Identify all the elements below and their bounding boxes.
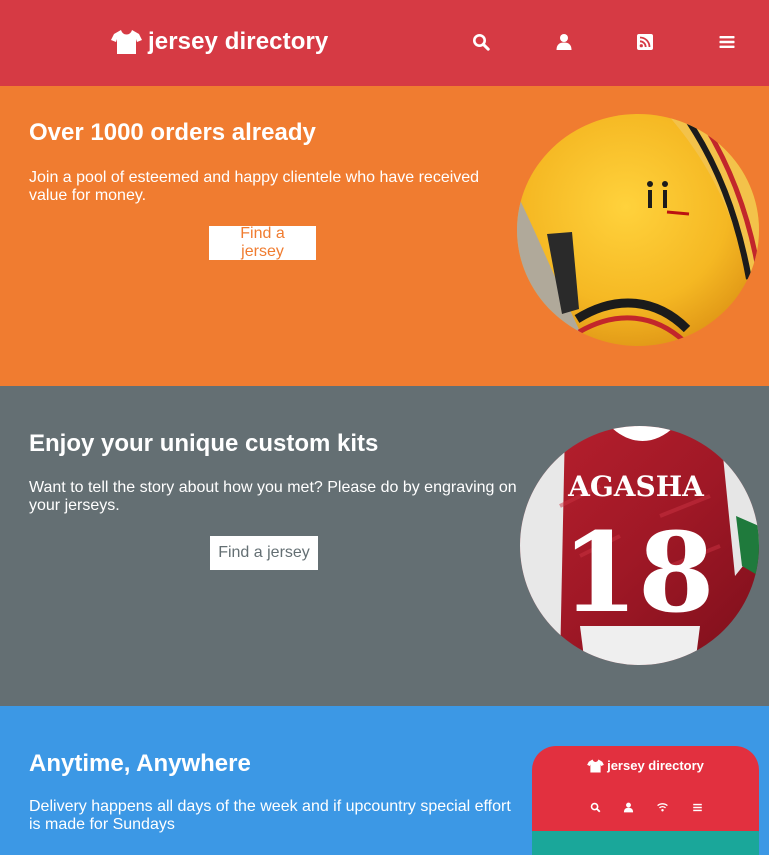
yellow-jersey-photo bbox=[517, 114, 759, 346]
section-title: Over 1000 orders already bbox=[29, 119, 316, 146]
jersey-number: 18 bbox=[561, 508, 714, 637]
section-title: Anytime, Anywhere bbox=[29, 750, 251, 777]
section-text: Join a pool of esteemed and happy client… bbox=[29, 169, 480, 204]
section-title: Enjoy your unique custom kits bbox=[29, 430, 379, 457]
jersey-name: AGASHA bbox=[567, 470, 705, 503]
section-text: Want to tell the story about how you met… bbox=[29, 479, 517, 514]
tshirt-icon bbox=[587, 759, 604, 772]
user-icon[interactable] bbox=[553, 31, 575, 53]
hamburger-menu-icon bbox=[693, 803, 702, 812]
delivery-section: Anytime, Anywhere Delivery happens all d… bbox=[0, 706, 769, 855]
phone-hero-image bbox=[532, 831, 759, 855]
tshirt-icon bbox=[111, 30, 142, 54]
search-icon bbox=[590, 802, 601, 813]
hamburger-menu-icon[interactable] bbox=[716, 31, 738, 53]
user-icon bbox=[623, 802, 634, 813]
custom-kits-section: Enjoy your unique custom kits Want to te… bbox=[0, 386, 769, 706]
brand-logo[interactable]: jersey directory bbox=[111, 26, 328, 58]
wifi-icon bbox=[657, 803, 668, 812]
phone-brand: jersey directory bbox=[532, 758, 759, 773]
top-navbar: jersey directory bbox=[0, 0, 769, 86]
section-text: Delivery happens all days of the week an… bbox=[29, 798, 511, 833]
phone-nav-icons bbox=[532, 802, 759, 814]
rss-icon[interactable] bbox=[634, 31, 656, 53]
find-jersey-button[interactable]: Find a jersey bbox=[209, 225, 316, 260]
phone-brand-name: jersey directory bbox=[607, 758, 704, 773]
phone-preview: jersey directory bbox=[532, 746, 759, 855]
red-jersey-photo: AGASHA 18 bbox=[520, 426, 759, 665]
orders-section: Over 1000 orders already Join a pool of … bbox=[0, 86, 769, 386]
search-icon[interactable] bbox=[470, 31, 492, 53]
brand-name: jersey directory bbox=[148, 28, 329, 55]
find-jersey-button[interactable]: Find a jersey bbox=[210, 536, 318, 570]
